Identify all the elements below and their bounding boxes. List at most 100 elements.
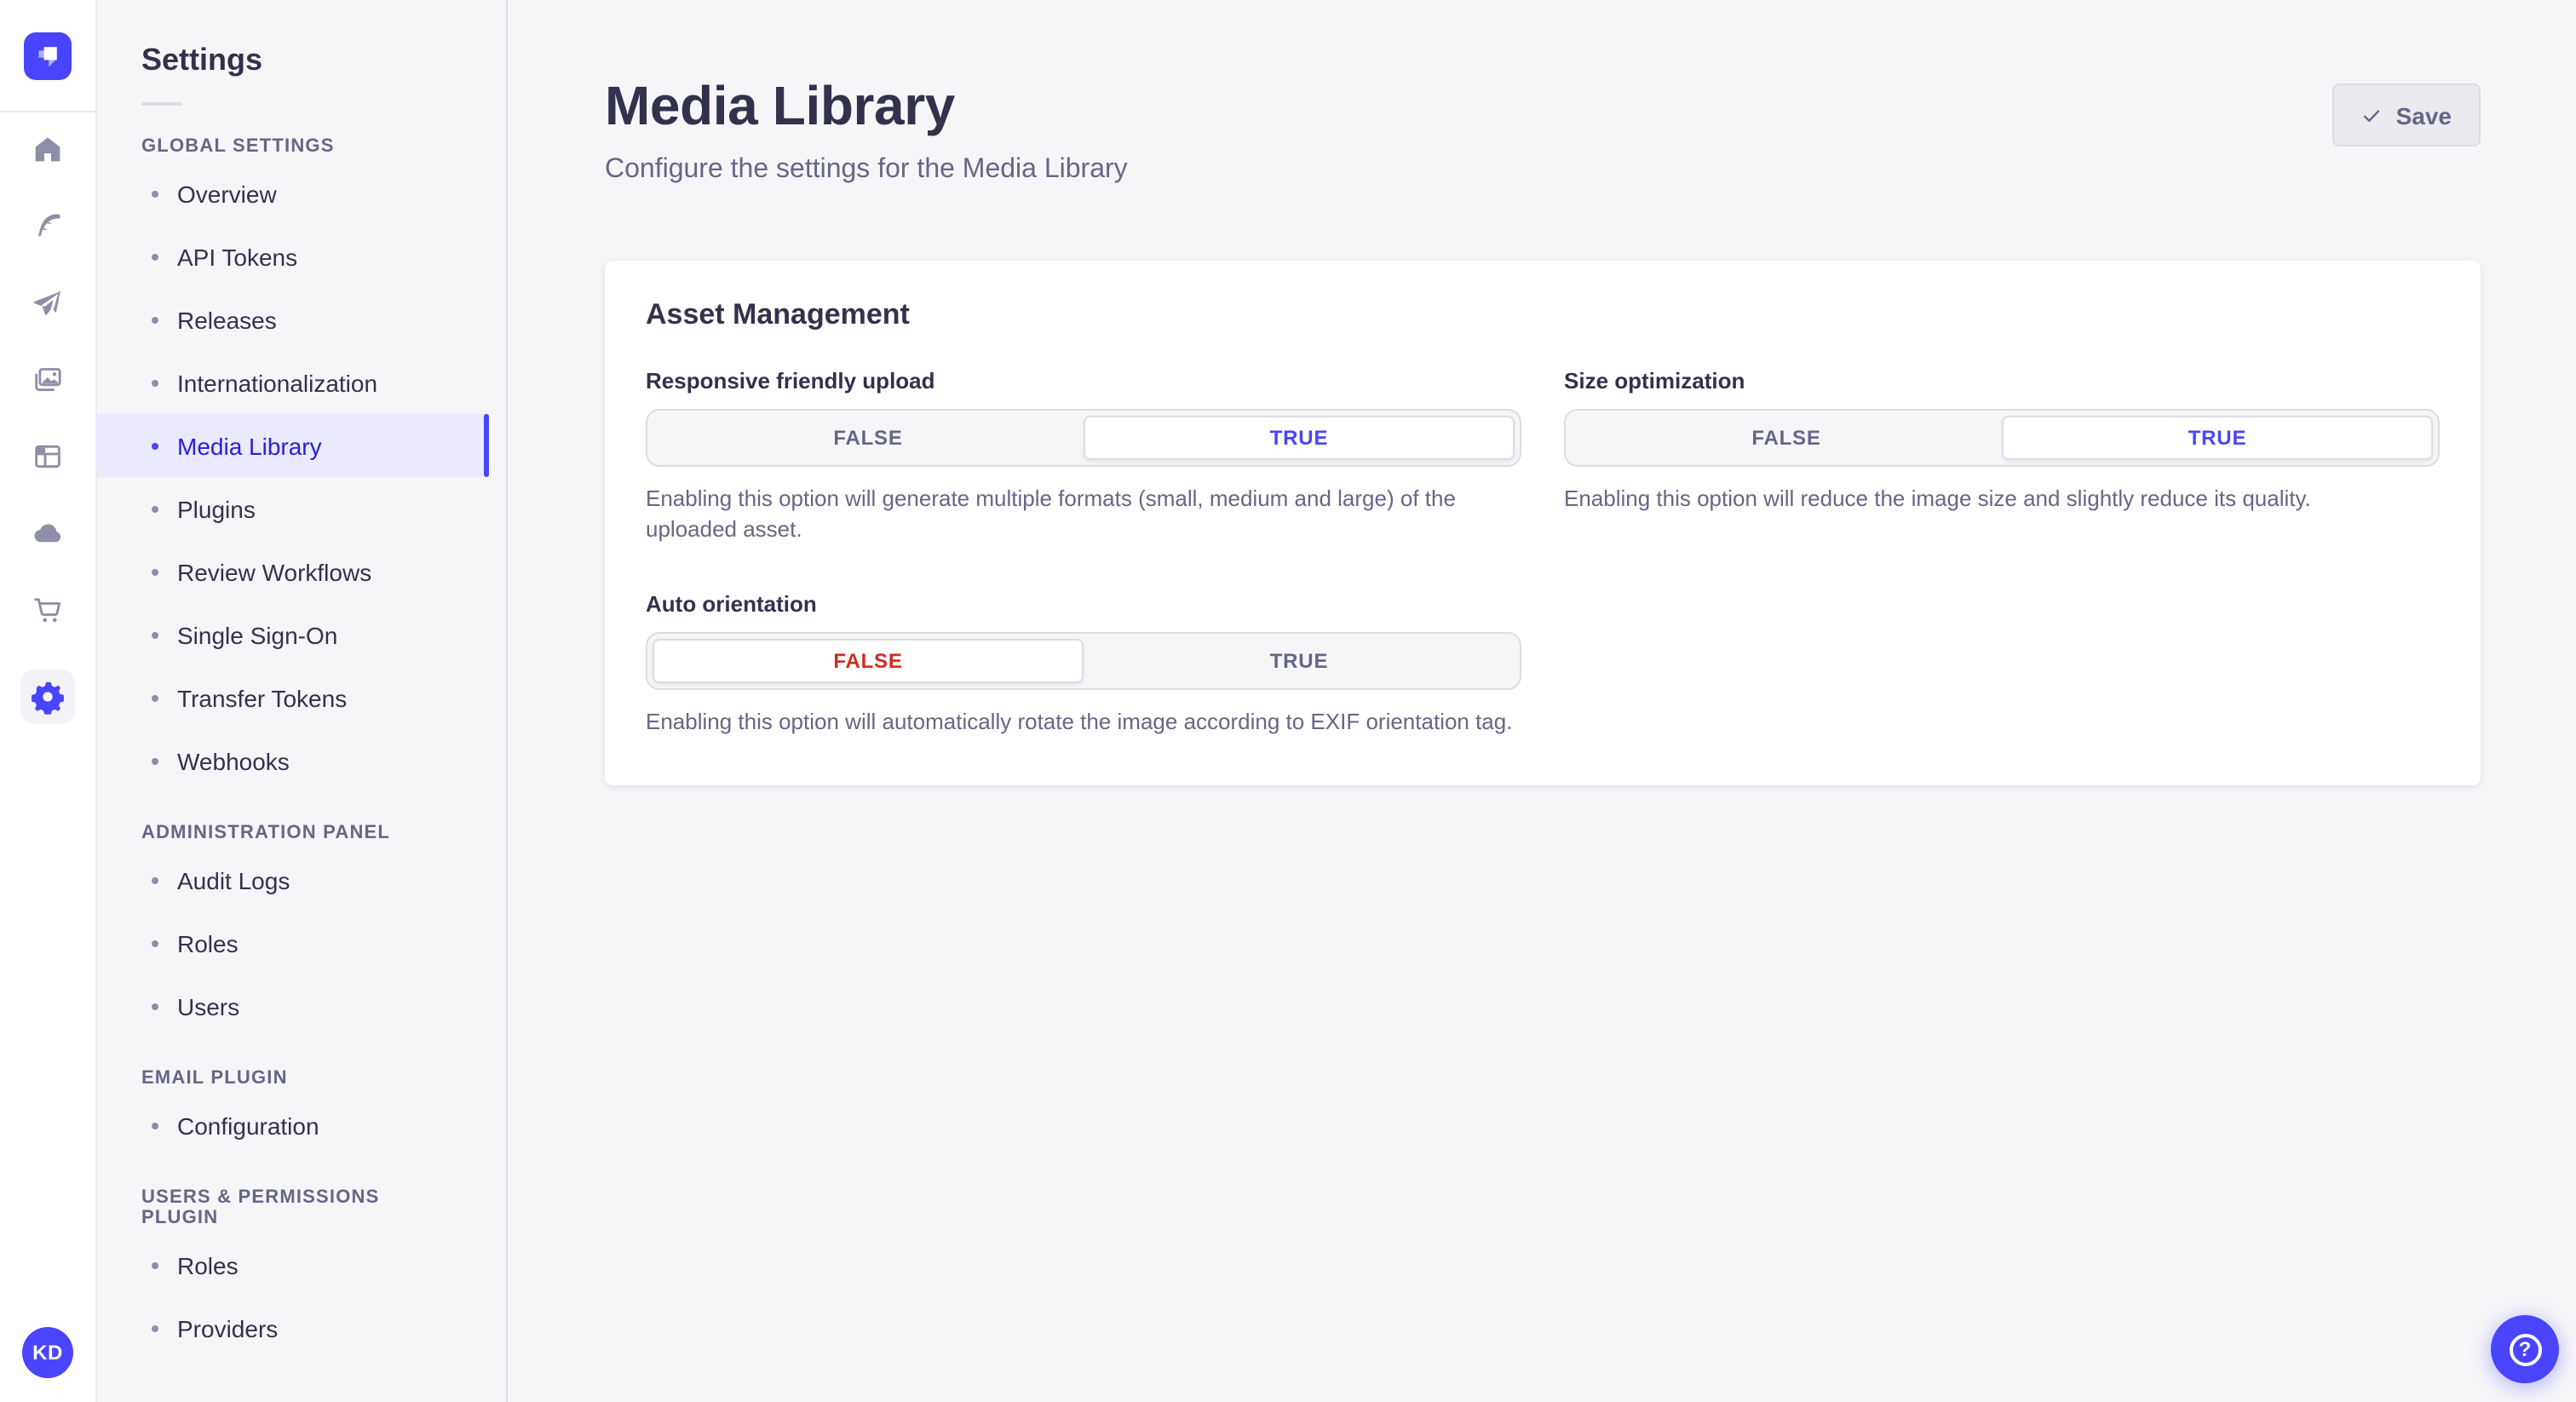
sidebar-item-api-tokens[interactable]: API Tokens: [97, 225, 489, 288]
responsive-friendly-upload-toggle: FALSE TRUE: [646, 409, 1521, 467]
sidebar-item-webhooks[interactable]: Webhooks: [97, 729, 489, 792]
rail-header: [0, 0, 95, 112]
sidebar-item-audit-logs[interactable]: Audit Logs: [97, 848, 489, 911]
cart-icon[interactable]: [31, 593, 65, 627]
sidebar-item-up-roles[interactable]: Roles: [97, 1233, 489, 1296]
sidebar-item-overview[interactable]: Overview: [97, 162, 489, 225]
gear-glyph: [31, 681, 65, 715]
sidebar-title-divider: [141, 102, 182, 106]
sidebar-item-label: Roles: [177, 929, 239, 957]
bullet-icon: [152, 568, 158, 575]
main-content: Media Library Configure the settings for…: [508, 0, 2576, 1402]
section-label-global-settings: GLOBAL SETTINGS: [141, 136, 335, 157]
sidebar-item-review-workflows[interactable]: Review Workflows: [97, 540, 489, 603]
bullet-icon: [152, 1324, 158, 1331]
toggle-option-true[interactable]: TRUE: [2002, 416, 2433, 460]
sidebar-item-admin-roles[interactable]: Roles: [97, 911, 489, 974]
strapi-logo[interactable]: [24, 32, 72, 79]
page-title: Media Library: [605, 75, 955, 136]
section-label-administration-panel: ADMINISTRATION PANEL: [141, 823, 391, 843]
settings-sidebar: Settings GLOBAL SETTINGS Overview API To…: [97, 0, 508, 1402]
strapi-logo-icon: [38, 46, 57, 66]
bullet-icon: [152, 316, 158, 323]
sidebar-item-label: Users: [177, 992, 240, 1020]
field-description: Enabling this option will automatically …: [646, 708, 1513, 734]
cloud-icon[interactable]: [31, 516, 65, 550]
bullet-icon: [152, 190, 158, 197]
bullet-icon: [152, 253, 158, 260]
rail-nav: [20, 133, 75, 724]
toggle-option-true[interactable]: TRUE: [1084, 639, 1515, 683]
bullet-icon: [152, 1122, 158, 1129]
bullet-icon: [152, 939, 158, 946]
sidebar-item-label: Plugins: [177, 495, 256, 522]
sidebar-item-users[interactable]: Users: [97, 974, 489, 1037]
toggle-option-true[interactable]: TRUE: [1084, 416, 1515, 460]
feather-icon[interactable]: [31, 210, 65, 244]
icon-rail: KD: [0, 0, 97, 1402]
asset-management-card: Asset Management Responsive friendly upl…: [605, 261, 2481, 786]
app-window: KD Settings GLOBAL SETTINGS Overview API…: [0, 0, 2576, 1402]
bullet-icon: [152, 757, 158, 764]
home-icon[interactable]: [31, 133, 65, 167]
sidebar-item-releases[interactable]: Releases: [97, 288, 489, 351]
sidebar-item-label: Transfer Tokens: [177, 684, 348, 711]
sidebar-item-plugins[interactable]: Plugins: [97, 477, 489, 540]
sidebar-item-label: Media Library: [177, 432, 322, 459]
bullet-icon: [152, 694, 158, 701]
layout-icon[interactable]: [31, 440, 65, 474]
bullet-icon: [152, 876, 158, 883]
section-label-users-permissions-plugin: USERS & PERMISSIONS PLUGIN: [141, 1187, 380, 1228]
toggle-option-false[interactable]: FALSE: [1571, 416, 2002, 460]
question-mark-icon: ?: [2509, 1333, 2541, 1365]
sidebar-item-media-library[interactable]: Media Library: [97, 414, 489, 477]
bullet-icon: [152, 1261, 158, 1268]
toggle-option-false[interactable]: FALSE: [653, 416, 1084, 460]
bullet-icon: [152, 631, 158, 638]
user-avatar[interactable]: KD: [22, 1327, 73, 1378]
media-library-icon[interactable]: [31, 363, 65, 397]
field-description: Enabling this option will generate multi…: [646, 486, 1456, 543]
save-button[interactable]: Save: [2332, 83, 2481, 147]
sidebar-item-providers[interactable]: Providers: [97, 1296, 489, 1359]
sidebar-title: Settings: [141, 43, 263, 77]
sidebar-item-label: API Tokens: [177, 243, 298, 270]
save-button-label: Save: [2395, 101, 2452, 129]
sidebar-item-label: Configuration: [177, 1112, 319, 1139]
sidebar-item-label: Audit Logs: [177, 866, 290, 893]
field-label: Size optimization: [1564, 368, 1745, 394]
sidebar-item-label: Webhooks: [177, 747, 290, 774]
page-subtitle: Configure the settings for the Media Lib…: [605, 155, 1128, 184]
help-button[interactable]: ?: [2491, 1315, 2559, 1383]
sidebar-item-label: Roles: [177, 1251, 239, 1278]
sidebar-item-single-sign-on[interactable]: Single Sign-On: [97, 603, 489, 666]
field-size-optimization: Size optimization FALSE TRUE Enabling th…: [1564, 368, 2440, 547]
sidebar-item-label: Releases: [177, 306, 277, 333]
field-label: Responsive friendly upload: [646, 368, 935, 394]
sidebar-item-label: Providers: [177, 1314, 279, 1342]
page-header: Media Library Configure the settings for…: [605, 75, 2481, 186]
sidebar-item-label: Internationalization: [177, 369, 378, 396]
sidebar-item-transfer-tokens[interactable]: Transfer Tokens: [97, 666, 489, 729]
field-responsive-friendly-upload: Responsive friendly upload FALSE TRUE En…: [646, 368, 1521, 547]
card-title: Asset Management: [646, 298, 910, 330]
toggle-option-false[interactable]: FALSE: [653, 638, 1084, 683]
sidebar-item-label: Review Workflows: [177, 558, 372, 585]
check-icon: [2364, 109, 2380, 121]
sidebar-item-internationalization[interactable]: Internationalization: [97, 351, 489, 414]
sidebar-item-configuration[interactable]: Configuration: [97, 1094, 489, 1157]
field-label: Auto orientation: [646, 590, 817, 617]
settings-gear-icon[interactable]: [20, 669, 75, 724]
field-auto-orientation: Auto orientation FALSE TRUE Enabling thi…: [646, 591, 1521, 738]
bullet-icon: [152, 505, 158, 512]
field-description: Enabling this option will reduce the ima…: [1564, 486, 2311, 511]
size-optimization-toggle: FALSE TRUE: [1564, 409, 2440, 467]
sidebar-item-label: Overview: [177, 180, 277, 207]
bullet-icon: [152, 442, 158, 449]
bullet-icon: [152, 379, 158, 386]
section-label-email-plugin: EMAIL PLUGIN: [141, 1068, 288, 1089]
empty-grid-cell: [1564, 591, 2440, 738]
sidebar-item-label: Single Sign-On: [177, 621, 338, 648]
paper-plane-icon[interactable]: [31, 286, 65, 320]
fields-grid: Responsive friendly upload FALSE TRUE En…: [646, 368, 2440, 738]
